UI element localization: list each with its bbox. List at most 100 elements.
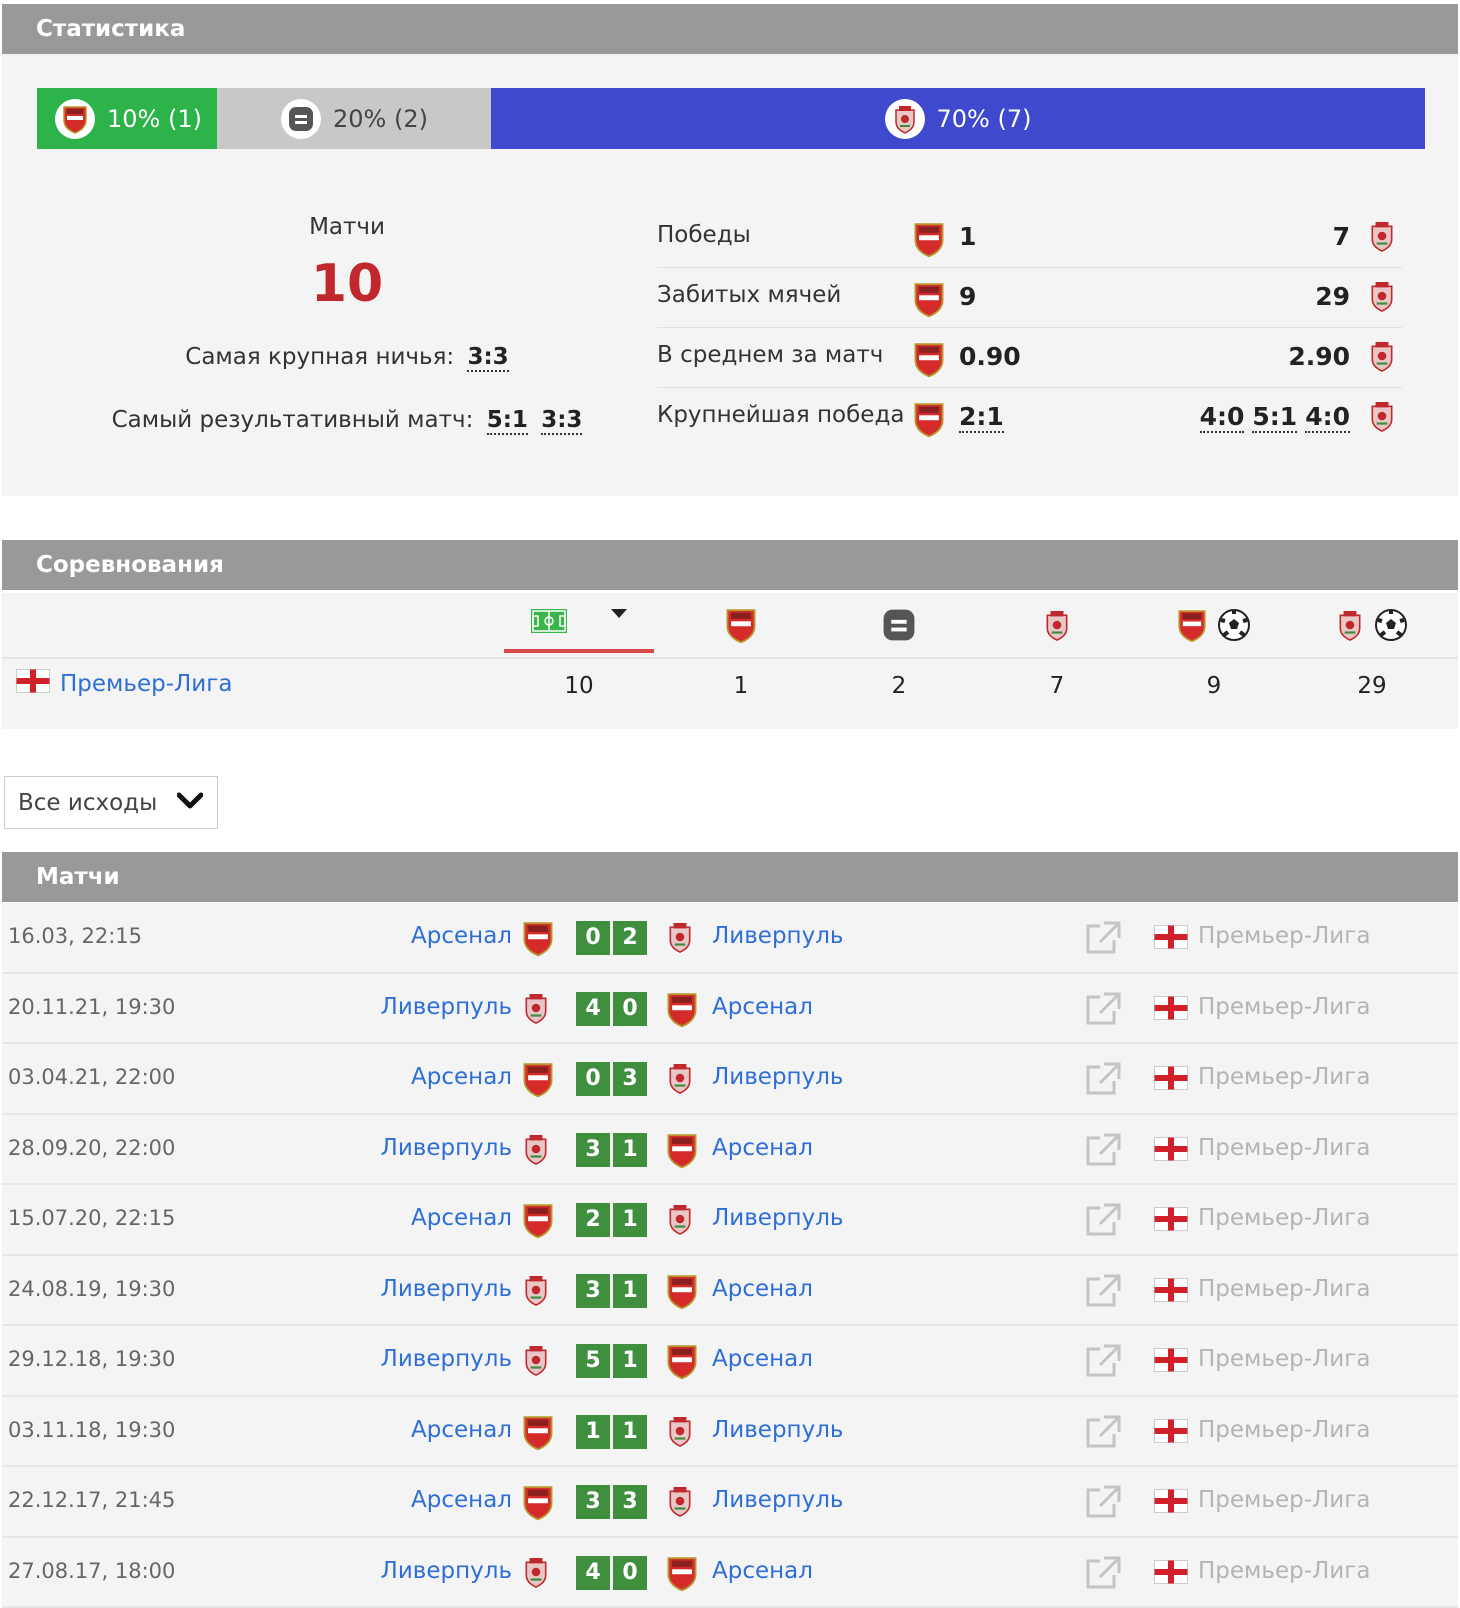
league-link[interactable]: Премьер-Лига — [1198, 1276, 1370, 1302]
external-link-icon[interactable] — [1084, 991, 1122, 1031]
match-score[interactable]: 51 — [576, 1344, 650, 1378]
home-team-link[interactable]: Арсенал — [411, 1487, 512, 1513]
home-score: 0 — [576, 921, 610, 955]
match-score[interactable]: 31 — [576, 1274, 650, 1308]
league-link[interactable]: Премьер-Лига — [1198, 1487, 1370, 1513]
away-team-link[interactable]: Арсенал — [712, 1346, 813, 1372]
sort-by-matches-column[interactable] — [504, 593, 654, 653]
score-link[interactable]: 4:0 — [1305, 402, 1350, 433]
match-score[interactable]: 11 — [576, 1415, 650, 1449]
sort-by-liverpool-wins-column[interactable] — [982, 605, 1132, 649]
outcome-filter-select[interactable]: Все исходы — [4, 776, 218, 829]
external-link-icon[interactable] — [1084, 1555, 1122, 1595]
external-link-icon[interactable] — [1084, 920, 1122, 960]
match-row[interactable]: 24.08.19, 19:30Ливерпуль31АрсеналПремьер… — [2, 1256, 1458, 1327]
score-link[interactable]: 2:1 — [959, 402, 1004, 433]
stat-value-right: 2.90 — [1288, 342, 1350, 371]
competition-arsenal-goals-value: 9 — [1139, 673, 1289, 699]
competition-link[interactable]: Премьер-Лига — [16, 669, 232, 699]
home-team-link[interactable]: Арсенал — [411, 1064, 512, 1090]
arsenal-crest-icon — [522, 1483, 554, 1525]
competitions-panel: Премьер-Лига 10 1 2 7 9 29 — [2, 593, 1458, 729]
away-team-link[interactable]: Ливерпуль — [712, 923, 843, 949]
home-team-link[interactable]: Арсенал — [411, 1417, 512, 1443]
match-date: 16.03, 22:15 — [8, 924, 142, 948]
sort-by-arsenal-goals-column[interactable] — [1139, 605, 1289, 649]
league-link[interactable]: Премьер-Лига — [1198, 923, 1370, 949]
liverpool-crest-icon — [1043, 608, 1071, 646]
liverpool-wins-label: 70% (7) — [937, 105, 1032, 133]
home-team-link[interactable]: Ливерпуль — [381, 994, 512, 1020]
external-link-icon[interactable] — [1084, 1132, 1122, 1172]
match-row[interactable]: 22.12.17, 21:45Арсенал33ЛиверпульПремьер… — [2, 1467, 1458, 1538]
match-row[interactable]: 29.12.18, 19:30Ливерпуль51АрсеналПремьер… — [2, 1326, 1458, 1397]
arsenal-crest-icon — [913, 340, 945, 382]
league-link[interactable]: Премьер-Лига — [1198, 1205, 1370, 1231]
match-score[interactable]: 03 — [576, 1062, 650, 1096]
home-team-link[interactable]: Ливерпуль — [381, 1558, 512, 1584]
home-team-link[interactable]: Ливерпуль — [381, 1276, 512, 1302]
external-link-icon[interactable] — [1084, 1343, 1122, 1383]
liverpool-crest-icon — [522, 1131, 550, 1171]
score-link[interactable]: 4:0 — [1200, 402, 1245, 433]
competitions-header: Соревнования — [2, 540, 1458, 590]
soccer-ball-icon — [1217, 608, 1251, 646]
match-row[interactable]: 27.08.17, 18:00Ливерпуль40АрсеналПремьер… — [2, 1538, 1458, 1608]
match-row[interactable]: 03.11.18, 19:30Арсенал11ЛиверпульПремьер… — [2, 1397, 1458, 1468]
away-team-link[interactable]: Арсенал — [712, 994, 813, 1020]
away-team-link[interactable]: Ливерпуль — [712, 1205, 843, 1231]
match-score[interactable]: 33 — [576, 1485, 650, 1519]
match-score[interactable]: 02 — [576, 921, 650, 955]
away-team-link[interactable]: Арсенал — [712, 1276, 813, 1302]
away-score: 1 — [613, 1133, 647, 1167]
external-link-icon[interactable] — [1084, 1484, 1122, 1524]
home-team-link[interactable]: Арсенал — [411, 1205, 512, 1231]
sort-by-liverpool-goals-column[interactable] — [1297, 605, 1447, 649]
arsenal-wins-segment[interactable]: 10% (1) — [37, 88, 217, 149]
home-score: 5 — [576, 1344, 610, 1378]
external-link-icon[interactable] — [1084, 1061, 1122, 1101]
away-team-link[interactable]: Арсенал — [712, 1558, 813, 1584]
league-link[interactable]: Премьер-Лига — [1198, 1417, 1370, 1443]
away-team-link[interactable]: Ливерпуль — [712, 1417, 843, 1443]
home-team-link[interactable]: Арсенал — [411, 923, 512, 949]
most-goals-score-link[interactable]: 3:3 — [541, 407, 582, 435]
liverpool-crest-icon — [1368, 398, 1396, 438]
match-score[interactable]: 31 — [576, 1133, 650, 1167]
away-score: 1 — [613, 1203, 647, 1237]
match-row[interactable]: 20.11.21, 19:30Ливерпуль40АрсеналПремьер… — [2, 974, 1458, 1045]
biggest-draw-score-link[interactable]: 3:3 — [467, 344, 508, 372]
away-team-link[interactable]: Ливерпуль — [712, 1487, 843, 1513]
england-flag-icon — [1154, 1066, 1188, 1094]
league-link[interactable]: Премьер-Лига — [1198, 994, 1370, 1020]
most-goals-score-link[interactable]: 5:1 — [487, 407, 528, 435]
match-row[interactable]: 15.07.20, 22:15Арсенал21ЛиверпульПремьер… — [2, 1185, 1458, 1256]
league-link[interactable]: Премьер-Лига — [1198, 1346, 1370, 1372]
league-link[interactable]: Премьер-Лига — [1198, 1064, 1370, 1090]
match-row[interactable]: 28.09.20, 22:00Ливерпуль31АрсеналПремьер… — [2, 1115, 1458, 1186]
away-team-link[interactable]: Арсенал — [712, 1135, 813, 1161]
external-link-icon[interactable] — [1084, 1414, 1122, 1454]
sort-by-arsenal-wins-column[interactable] — [666, 605, 816, 649]
match-score[interactable]: 40 — [576, 992, 650, 1026]
home-team-link[interactable]: Ливерпуль — [381, 1135, 512, 1161]
liverpool-wins-segment[interactable]: 70% (7) — [491, 88, 1425, 149]
england-flag-icon — [1154, 1278, 1188, 1306]
match-row[interactable]: 03.04.21, 22:00Арсенал03ЛиверпульПремьер… — [2, 1044, 1458, 1115]
match-score[interactable]: 21 — [576, 1203, 650, 1237]
league-link[interactable]: Премьер-Лига — [1198, 1558, 1370, 1584]
away-team-link[interactable]: Ливерпуль — [712, 1064, 843, 1090]
league-link[interactable]: Премьер-Лига — [1198, 1135, 1370, 1161]
match-row[interactable]: 16.03, 22:15 Арсенал 02 Ливерпуль Премьер-Ли… — [2, 903, 1458, 974]
soccer-ball-icon — [1374, 608, 1408, 646]
match-score[interactable]: 40 — [576, 1556, 650, 1590]
draws-segment[interactable]: 20% (2) — [217, 88, 491, 149]
matches-label: Матчи — [2, 214, 692, 240]
away-score: 3 — [613, 1485, 647, 1519]
score-link[interactable]: 5:1 — [1252, 402, 1297, 433]
arsenal-crest-icon — [666, 1272, 698, 1314]
external-link-icon[interactable] — [1084, 1202, 1122, 1242]
home-team-link[interactable]: Ливерпуль — [381, 1346, 512, 1372]
sort-by-draws-column[interactable] — [824, 605, 974, 649]
external-link-icon[interactable] — [1084, 1273, 1122, 1313]
